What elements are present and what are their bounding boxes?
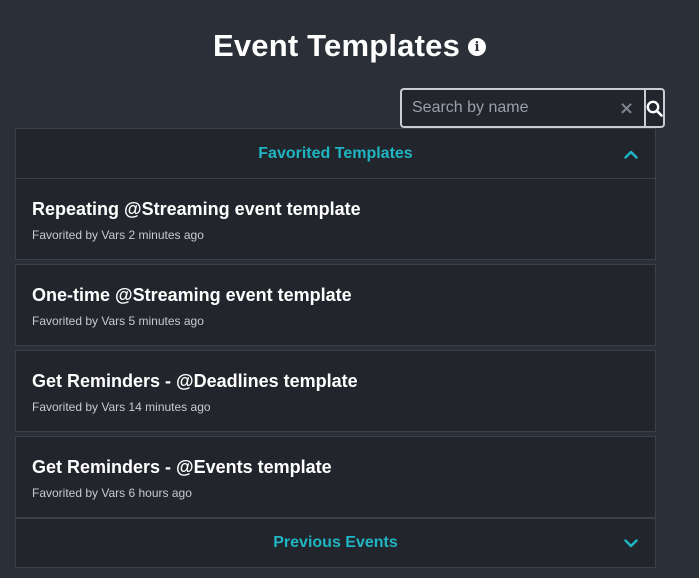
template-meta: Favorited by Vars 6 hours ago bbox=[32, 486, 192, 500]
search-button[interactable] bbox=[644, 88, 666, 128]
search-input[interactable] bbox=[412, 99, 619, 117]
template-title: Get Reminders - @Events template bbox=[32, 457, 332, 477]
template-item[interactable]: Repeating @Streaming event template Favo… bbox=[15, 178, 656, 260]
favorited-templates-label: Favorited Templates bbox=[258, 145, 413, 162]
favorited-section: Favorited Templates bbox=[15, 128, 656, 179]
previous-events-header[interactable]: Previous Events bbox=[16, 519, 655, 567]
previous-events-label: Previous Events bbox=[273, 534, 398, 551]
template-meta: Favorited by Vars 2 minutes ago bbox=[32, 228, 204, 242]
template-meta: Favorited by Vars 5 minutes ago bbox=[32, 314, 204, 328]
template-title: Repeating @Streaming event template bbox=[32, 199, 361, 219]
template-item[interactable]: Get Reminders - @Deadlines template Favo… bbox=[15, 350, 656, 432]
search-box: × bbox=[400, 88, 645, 128]
template-title: One-time @Streaming event template bbox=[32, 285, 352, 305]
template-meta: Favorited by Vars 14 minutes ago bbox=[32, 400, 211, 414]
previous-section: Previous Events bbox=[15, 518, 656, 568]
favorited-templates-header[interactable]: Favorited Templates bbox=[16, 129, 655, 179]
info-icon[interactable]: i bbox=[468, 38, 487, 56]
page-title: Event Templates bbox=[212, 28, 461, 63]
search-icon bbox=[646, 100, 663, 117]
template-item[interactable]: One-time @Streaming event template Favor… bbox=[15, 264, 656, 346]
search-bar: × bbox=[400, 88, 666, 128]
chevron-up-icon[interactable] bbox=[623, 146, 639, 162]
title-row: Event Templates i bbox=[0, 28, 699, 64]
chevron-down-icon[interactable] bbox=[623, 535, 639, 551]
event-templates-page: Event Templates i × Favorited Templates … bbox=[0, 0, 699, 578]
clear-icon[interactable]: × bbox=[619, 98, 634, 119]
template-title: Get Reminders - @Deadlines template bbox=[32, 371, 358, 391]
template-item[interactable]: Get Reminders - @Events template Favorit… bbox=[15, 436, 656, 518]
